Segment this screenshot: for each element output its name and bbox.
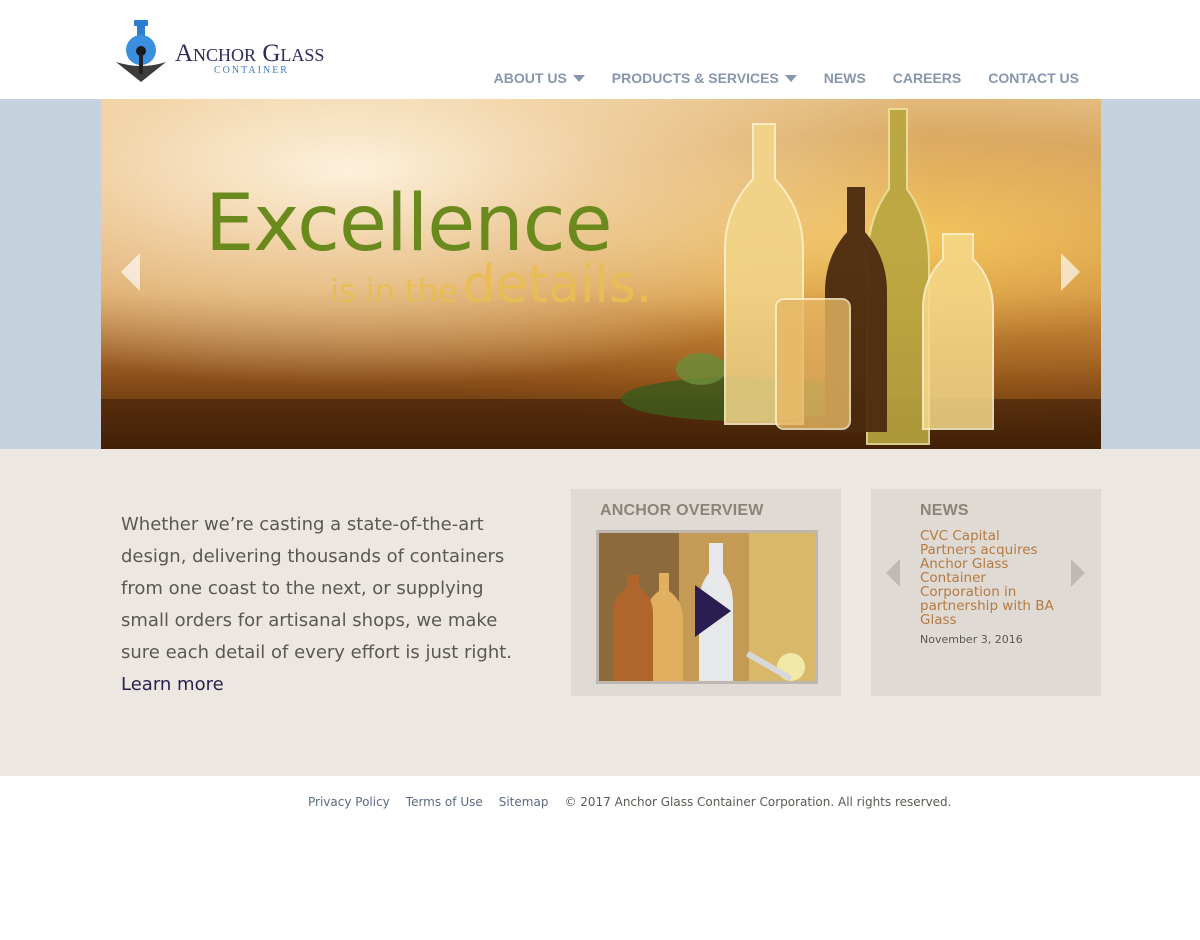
overview-title: ANCHOR OVERVIEW xyxy=(600,502,764,519)
sitemap-link[interactable]: Sitemap xyxy=(499,795,549,809)
nav-careers[interactable]: CAREERS xyxy=(893,70,961,86)
nav-contact-us[interactable]: CONTACT US xyxy=(988,70,1079,86)
brand-subtitle: CONTAINER xyxy=(214,65,289,76)
site-header: Anchor Glass CONTAINER ABOUT US PRODUCTS… xyxy=(0,0,1200,99)
news-panel: NEWS CVC Capital Partners acquires Ancho… xyxy=(871,489,1101,696)
anchor-logo-icon xyxy=(116,20,166,82)
nav-label: CONTACT US xyxy=(988,70,1079,86)
news-headline-link[interactable]: CVC Capital Partners acquires Anchor Gla… xyxy=(920,529,1060,627)
copyright-text: © 2017 Anchor Glass Container Corporatio… xyxy=(564,795,952,809)
news-date: November 3, 2016 xyxy=(920,633,1023,646)
overview-video-thumbnail[interactable] xyxy=(596,530,818,684)
logo[interactable]: Anchor Glass CONTAINER xyxy=(114,18,344,86)
brand-name: Anchor Glass xyxy=(175,40,325,67)
footer-links: Privacy Policy Terms of Use Sitemap © 20… xyxy=(308,795,951,809)
chevron-right-icon[interactable] xyxy=(1071,559,1085,587)
hero-subline-small: is in the xyxy=(330,272,458,310)
overview-panel: ANCHOR OVERVIEW xyxy=(571,489,841,696)
nav-news[interactable]: NEWS xyxy=(824,70,866,86)
news-title: NEWS xyxy=(920,502,969,519)
hero-slider: Excellence is in the details. xyxy=(101,99,1101,449)
nav-label: NEWS xyxy=(823,70,866,86)
main-content: Whether we’re casting a state-of-the-art… xyxy=(0,449,1200,776)
hero-subline: is in the details. xyxy=(330,259,652,311)
nav-label: ABOUT US xyxy=(493,70,567,86)
chevron-left-icon[interactable] xyxy=(121,253,140,291)
nav-about-us[interactable]: ABOUT US xyxy=(494,70,585,86)
hero-headline: Excellence xyxy=(205,179,613,269)
privacy-policy-link[interactable]: Privacy Policy xyxy=(308,795,390,809)
nav-label: PRODUCTS & SERVICES xyxy=(611,70,779,86)
main-nav: ABOUT US PRODUCTS & SERVICES NEWS CAREER… xyxy=(494,70,1079,86)
chevron-right-icon[interactable] xyxy=(1061,253,1080,291)
nav-label: CAREERS xyxy=(892,70,962,86)
learn-more-link[interactable]: Learn more xyxy=(121,674,224,695)
caret-down-icon xyxy=(784,74,797,82)
chevron-left-icon[interactable] xyxy=(886,559,900,587)
hero-subline-big: details. xyxy=(462,255,653,315)
play-icon[interactable] xyxy=(695,585,731,637)
intro-paragraph: Whether we’re casting a state-of-the-art… xyxy=(121,509,531,701)
terms-of-use-link[interactable]: Terms of Use xyxy=(406,795,483,809)
news-item: CVC Capital Partners acquires Anchor Gla… xyxy=(920,529,1060,646)
intro-text: Whether we’re casting a state-of-the-art… xyxy=(121,514,513,663)
caret-down-icon xyxy=(572,74,585,82)
site-footer: Privacy Policy Terms of Use Sitemap © 20… xyxy=(0,776,1200,940)
nav-products-services[interactable]: PRODUCTS & SERVICES xyxy=(612,70,797,86)
